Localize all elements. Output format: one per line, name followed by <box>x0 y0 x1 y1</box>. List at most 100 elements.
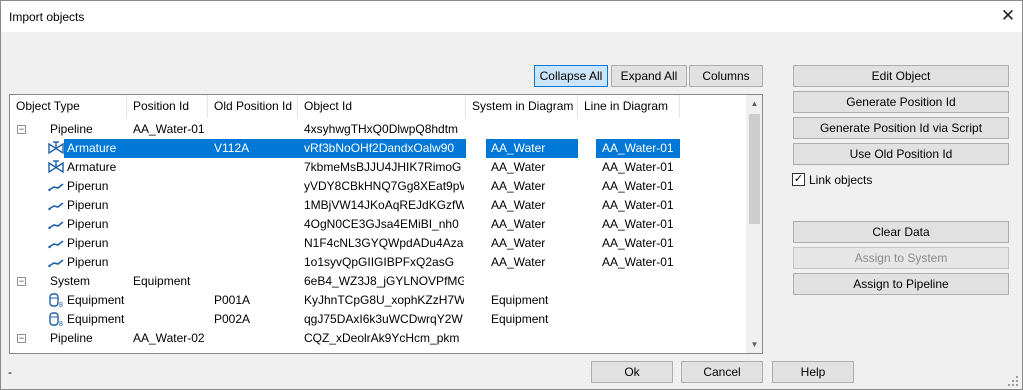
cell-sys: Equipment <box>491 312 549 326</box>
cell-old <box>214 329 296 348</box>
ok-button[interactable]: Ok <box>591 361 673 383</box>
object-tree[interactable]: Object Type Position Id Old Position Id … <box>9 94 763 354</box>
column-header-system-in-diagram[interactable]: System in Diagram <box>466 95 578 118</box>
cell-type: Armature <box>67 141 117 155</box>
equipment-icon: 8 <box>48 293 64 309</box>
assign-to-pipeline-button[interactable]: Assign to Pipeline <box>793 273 1009 295</box>
resize-grip-icon[interactable] <box>1007 375 1019 387</box>
tree-row[interactable]: Armature V112A vRf3bNoOHf2DandxOalw90 AA_Wa… <box>10 139 746 158</box>
cell-pos <box>133 177 206 196</box>
cell-type: Piperun <box>67 255 109 269</box>
expand-all-button[interactable]: Expand All <box>611 65 687 87</box>
collapse-all-button[interactable]: Collapse All <box>534 65 608 87</box>
dialog-title: Import objects <box>9 10 85 24</box>
scroll-down-icon[interactable]: ▼ <box>746 336 762 353</box>
tree-row[interactable]: Piperun 1MBjVW14JKoAqREJdKGzfW AA_Water AA_… <box>10 196 746 215</box>
status-text: - <box>8 365 12 379</box>
tree-row[interactable]: Piperun 1o1syvQpGIIGIBPFxQ2asG AA_Water AA_… <box>10 253 746 272</box>
tree-row[interactable]: Piperun 4OgN0CE3GJsa4EMiBI_nh0 AA_Water AA_… <box>10 215 746 234</box>
link-objects-checkbox[interactable]: ✓ <box>792 173 805 186</box>
vertical-scrollbar[interactable]: ▲ ▼ <box>746 95 762 353</box>
cell-oid: 4xsyhwgTHxQ0DlwpQ8hdtm <box>304 122 459 136</box>
scroll-thumb[interactable] <box>749 114 760 224</box>
columns-button[interactable]: Columns <box>689 65 763 87</box>
cell-line: AA_Water-01 <box>602 255 674 269</box>
collapse-toggle-icon[interactable]: − <box>17 125 26 134</box>
cell-line <box>602 310 678 329</box>
scroll-up-icon[interactable]: ▲ <box>746 95 762 112</box>
column-header-line-in-diagram[interactable]: Line in Diagram <box>578 95 680 118</box>
cancel-button[interactable]: Cancel <box>681 361 763 383</box>
generate-position-id-button[interactable]: Generate Position Id <box>793 91 1009 113</box>
cell-pos: AA_Water-02 <box>133 331 205 345</box>
cell-sys: AA_Water <box>491 198 546 212</box>
cell-pos <box>133 291 206 310</box>
cell-old <box>214 196 296 215</box>
tree-row[interactable]: Piperun N1F4cNL3GYQWpdADu4Aza0 AA_Water AA_… <box>10 234 746 253</box>
tree-row[interactable]: Armature 7kbmeMsBJJU4JHIK7RimoG AA_Water AA… <box>10 158 746 177</box>
cell-pos <box>133 310 206 329</box>
clear-data-button[interactable]: Clear Data <box>793 221 1009 243</box>
cell-oid: KyJhnTCpG8U_xophKZzH7W <box>304 293 464 307</box>
cell-oid: N1F4cNL3GYQWpdADu4Aza0 <box>304 236 464 250</box>
cell-pos: Equipment <box>133 274 191 288</box>
cell-old <box>214 120 296 139</box>
cell-old <box>214 272 296 291</box>
column-header-position-id[interactable]: Position Id <box>127 95 208 118</box>
cell-old <box>214 158 296 177</box>
tree-row[interactable]: 8 Equipment P001A KyJhnTCpG8U_xophKZzH7W Equ… <box>10 291 746 310</box>
collapse-toggle-icon[interactable]: − <box>17 334 26 343</box>
cell-line: AA_Water-01 <box>602 236 674 250</box>
cell-line <box>584 120 678 139</box>
cell-pos <box>133 253 206 272</box>
piperun-icon <box>48 255 64 270</box>
cell-type: Piperun <box>67 217 109 231</box>
column-header-object-type[interactable]: Object Type <box>10 95 127 118</box>
close-icon[interactable]: ✕ <box>997 5 1019 27</box>
cell-pos <box>133 234 206 253</box>
cell-sys: AA_Water <box>491 255 546 269</box>
cell-old: P001A <box>214 293 251 307</box>
cell-type: Pipeline <box>50 122 93 136</box>
cell-old <box>214 215 296 234</box>
cell-type: Piperun <box>67 179 109 193</box>
title-bar: Import objects ✕ <box>1 1 1022 32</box>
tree-row[interactable]: − Pipeline AA_Water-02 CQZ_xDeolrAk9YcHcm_p… <box>10 329 746 348</box>
cell-sys: AA_Water <box>491 236 546 250</box>
cell-pos <box>133 215 206 234</box>
cell-old <box>214 177 296 196</box>
cell-pos <box>133 158 206 177</box>
piperun-icon <box>48 236 64 251</box>
cell-sys <box>472 272 576 291</box>
cell-line: AA_Water-01 <box>602 179 674 193</box>
cell-line: AA_Water-01 <box>602 141 674 155</box>
cell-type: System <box>50 274 91 288</box>
cell-pos <box>133 139 206 158</box>
cell-old: P002A <box>214 312 251 326</box>
generate-position-id-script-button[interactable]: Generate Position Id via Script <box>793 117 1009 139</box>
link-objects-label: Link objects <box>809 173 873 187</box>
column-header-object-id[interactable]: Object Id <box>298 95 466 118</box>
cell-type: Equipment <box>67 312 125 326</box>
tree-header: Object Type Position Id Old Position Id … <box>10 95 746 118</box>
assign-to-system-button[interactable]: Assign to System <box>793 247 1009 269</box>
collapse-toggle-icon[interactable]: − <box>17 277 26 286</box>
column-header-old-position-id[interactable]: Old Position Id <box>208 95 298 118</box>
cell-line: AA_Water-01 <box>602 160 674 174</box>
cell-sys: AA_Water <box>491 179 546 193</box>
cell-oid: yVDY8CBkHNQ7Gg8XEat9pW <box>304 179 464 193</box>
cell-line: AA_Water-01 <box>602 198 674 212</box>
cell-line <box>584 329 678 348</box>
help-button[interactable]: Help <box>772 361 854 383</box>
cell-sys: AA_Water <box>491 141 546 155</box>
edit-object-button[interactable]: Edit Object <box>793 65 1009 87</box>
use-old-position-id-button[interactable]: Use Old Position Id <box>793 143 1009 165</box>
cell-line <box>602 291 678 310</box>
cell-type: Pipeline <box>50 331 93 345</box>
tree-row[interactable]: Piperun yVDY8CBkHNQ7Gg8XEat9pW AA_Water AA_… <box>10 177 746 196</box>
cell-type: Piperun <box>67 198 109 212</box>
svg-text:8: 8 <box>59 302 63 308</box>
tree-row[interactable]: − Pipeline AA_Water-01 4xsyhwgTHxQ0DlwpQ8hd… <box>10 120 746 139</box>
tree-row[interactable]: − System Equipment 6eB4_WZ3J8_jGYLNOVPfMG <box>10 272 746 291</box>
tree-row[interactable]: 8 Equipment P002A qgJ75DAxI6k3uWCDwrqY2W Equ… <box>10 310 746 329</box>
